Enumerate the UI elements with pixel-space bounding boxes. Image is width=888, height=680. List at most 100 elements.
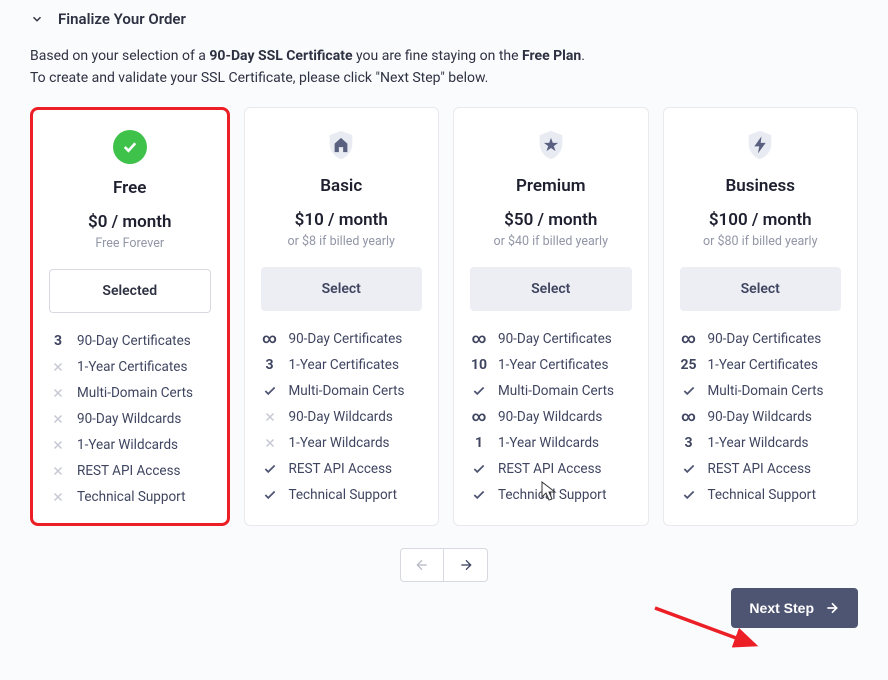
feature-row: 251-Year Certificates — [680, 357, 842, 373]
feature-label: Multi-Domain Certs — [289, 383, 405, 399]
feature-row: Multi-Domain Certs — [261, 383, 423, 399]
feature-row: 90-Day Wildcards — [49, 411, 211, 427]
feature-row: Technical Support — [680, 487, 842, 503]
feature-label: 1-Year Wildcards — [708, 435, 809, 451]
x-icon — [261, 411, 279, 423]
selected-button[interactable]: Selected — [49, 269, 211, 313]
feature-row: 1-Year Wildcards — [49, 437, 211, 453]
annotation-arrow — [650, 600, 780, 660]
plan-icon — [324, 128, 358, 162]
plan-price: $10 / month — [295, 210, 388, 230]
infinity-icon: ∞ — [261, 334, 279, 345]
check-icon — [470, 488, 488, 502]
feature-label: 90-Day Certificates — [708, 331, 822, 347]
desc-text: Based on your selection of a — [30, 48, 209, 64]
feature-label: Multi-Domain Certs — [498, 383, 614, 399]
desc-text: you are fine staying on the — [353, 48, 522, 64]
feature-label: 1-Year Wildcards — [498, 435, 599, 451]
x-icon — [49, 465, 67, 477]
feature-row: 1-Year Wildcards — [261, 435, 423, 451]
feature-row: ∞ 90-Day Wildcards — [470, 409, 632, 425]
plan-subtext: or $80 if billed yearly — [703, 234, 818, 249]
select-button[interactable]: Select — [261, 267, 423, 311]
feature-label: 1-Year Certificates — [289, 357, 399, 373]
plan-card-basic: Basic $10 / month or $8 if billed yearly… — [244, 107, 440, 526]
desc-line2: To create and validate your SSL Certific… — [30, 70, 488, 86]
x-icon — [49, 413, 67, 425]
feature-row: 1-Year Certificates — [49, 359, 211, 375]
description: Based on your selection of a 90-Day SSL … — [30, 46, 858, 89]
feature-row: ∞ 90-Day Wildcards — [680, 409, 842, 425]
feature-row: 3 1-Year Wildcards — [680, 435, 842, 451]
feature-label: REST API Access — [289, 461, 393, 477]
check-icon — [680, 488, 698, 502]
select-button[interactable]: Select — [470, 267, 632, 311]
feature-list: ∞ 90-Day Certificates 10 1-Year Certificate… — [470, 331, 632, 503]
check-icon — [261, 462, 279, 476]
prev-button[interactable] — [400, 548, 444, 582]
feature-label: 90-Day Wildcards — [708, 409, 812, 425]
plan-name: Free — [113, 178, 146, 198]
feature-label: 1-Year Certificates — [498, 357, 608, 373]
feature-label: Multi-Domain Certs — [77, 385, 193, 401]
plan-card-business: Business $100 / month or $80 if billed y… — [663, 107, 859, 526]
feature-label: Multi-Domain Certs — [708, 383, 824, 399]
plan-price: $50 / month — [504, 210, 597, 230]
feature-list: ∞90-Day Certificates251-Year Certificate… — [680, 331, 842, 503]
feature-row: 1 1-Year Wildcards — [470, 435, 632, 451]
plan-price: $0 / month — [88, 212, 171, 232]
feature-label: 1-Year Wildcards — [77, 437, 178, 453]
feature-row: Technical Support — [261, 487, 423, 503]
feature-row: ∞90-Day Certificates — [680, 331, 842, 347]
section-header[interactable]: Finalize Your Order — [30, 10, 858, 28]
plan-name: Business — [725, 176, 795, 196]
plan-cards: Free $0 / month Free Forever Selected 39… — [30, 107, 858, 526]
chevron-down-icon — [30, 12, 44, 26]
feature-list: ∞ 90-Day Certificates 31-Year Certificates… — [261, 331, 423, 503]
feature-count: 1 — [470, 435, 488, 451]
feature-row: REST API Access — [680, 461, 842, 477]
feature-row: 390-Day Certificates — [49, 333, 211, 349]
feature-count: 25 — [680, 357, 698, 373]
plan-card-free: Free $0 / month Free Forever Selected 39… — [30, 107, 230, 526]
feature-count: 3 — [49, 333, 67, 349]
select-button[interactable]: Select — [680, 267, 842, 311]
check-icon — [680, 462, 698, 476]
infinity-icon: ∞ — [680, 412, 698, 423]
x-icon — [49, 491, 67, 503]
x-icon — [49, 387, 67, 399]
feature-label: Technical Support — [708, 487, 816, 503]
feature-label: 1-Year Wildcards — [289, 435, 390, 451]
feature-label: Technical Support — [289, 487, 397, 503]
desc-bold-plan: Free Plan — [522, 48, 581, 64]
feature-label: REST API Access — [708, 461, 812, 477]
plan-subtext: or $40 if billed yearly — [494, 234, 609, 249]
x-icon — [261, 437, 279, 449]
feature-row: 90-Day Wildcards — [261, 409, 423, 425]
feature-label: 90-Day Wildcards — [498, 409, 602, 425]
feature-row: Multi-Domain Certs — [680, 383, 842, 399]
infinity-icon: ∞ — [470, 334, 488, 345]
section-title: Finalize Your Order — [58, 10, 186, 28]
feature-row: REST API Access — [261, 461, 423, 477]
plan-price: $100 / month — [709, 210, 812, 230]
feature-row: Technical Support — [49, 489, 211, 505]
check-icon — [470, 462, 488, 476]
x-icon — [49, 439, 67, 451]
feature-list: 390-Day Certificates 1-Year Certificates M… — [49, 333, 211, 505]
feature-count: 3 — [680, 435, 698, 451]
desc-bold-cert: 90-Day SSL Certificate — [209, 48, 352, 64]
feature-count: 10 — [470, 357, 488, 373]
feature-label: 90-Day Certificates — [289, 331, 403, 347]
feature-row: Multi-Domain Certs — [49, 385, 211, 401]
cursor-icon — [540, 480, 558, 502]
feature-row: ∞ 90-Day Certificates — [261, 331, 423, 347]
next-page-button[interactable] — [444, 548, 488, 582]
feature-label: 90-Day Certificates — [498, 331, 612, 347]
arrow-right-icon — [824, 600, 840, 616]
x-icon — [49, 361, 67, 373]
infinity-icon: ∞ — [470, 412, 488, 423]
feature-row: 31-Year Certificates — [261, 357, 423, 373]
check-icon — [680, 384, 698, 398]
plan-card-premium: Premium $50 / month or $40 if billed yea… — [453, 107, 649, 526]
